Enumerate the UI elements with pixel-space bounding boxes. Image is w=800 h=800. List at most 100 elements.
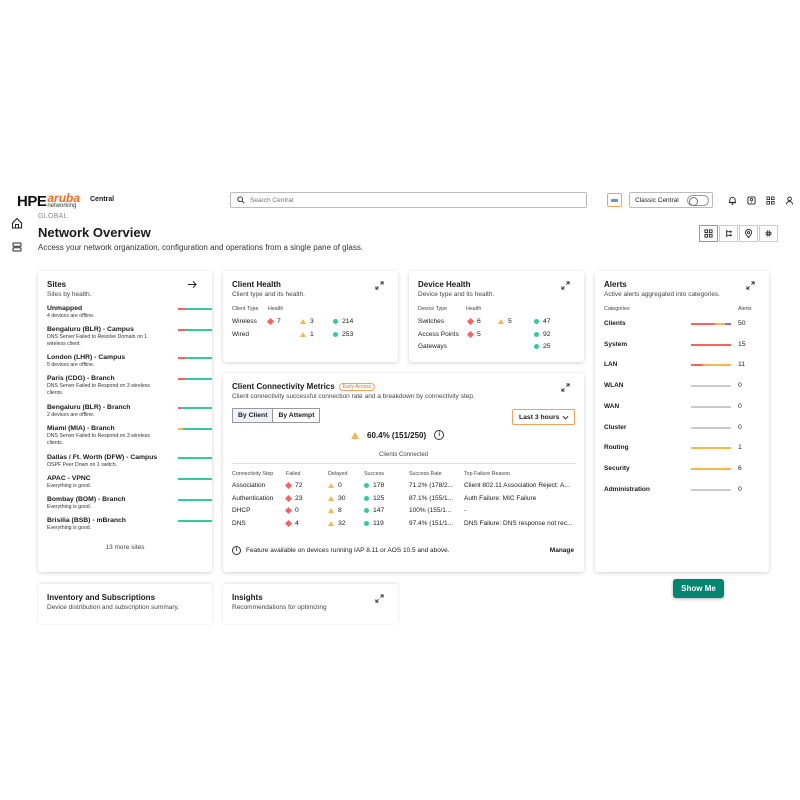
help-icon[interactable] bbox=[746, 195, 756, 205]
alert-count: 6 bbox=[738, 464, 742, 472]
health-poor-count[interactable]: 6 bbox=[466, 317, 481, 326]
connectivity-success[interactable]: 125 bbox=[364, 495, 384, 502]
assistant-chip-button[interactable] bbox=[607, 193, 622, 207]
info-icon[interactable]: i bbox=[434, 430, 445, 440]
warning-icon bbox=[351, 431, 359, 439]
connectivity-delayed[interactable]: 8 bbox=[328, 507, 342, 514]
sites-title: Sites bbox=[47, 280, 67, 289]
alert-category[interactable]: Administration bbox=[604, 486, 650, 493]
home-icon[interactable] bbox=[11, 216, 23, 229]
user-icon[interactable] bbox=[784, 195, 794, 205]
health-good-count[interactable]: 253 bbox=[333, 331, 353, 338]
connectivity-failed[interactable]: 4 bbox=[284, 519, 299, 527]
top-bar: HPE aruba networking Central Classic Cen… bbox=[0, 190, 800, 212]
site-health-bar bbox=[178, 357, 212, 359]
expand-icon[interactable] bbox=[561, 383, 570, 392]
arrow-right-icon[interactable] bbox=[187, 280, 198, 289]
alert-category[interactable]: Security bbox=[604, 465, 630, 472]
site-item[interactable]: Unmapped 4 devices are offline. bbox=[47, 305, 212, 320]
expand-icon[interactable] bbox=[375, 281, 384, 290]
site-item[interactable]: Bombay (BOM) - Branch Everything is good. bbox=[47, 496, 212, 511]
connectivity-success[interactable]: 147 bbox=[364, 507, 384, 514]
expand-icon[interactable] bbox=[375, 594, 384, 603]
success-rate: 97.4% (151/1... bbox=[409, 519, 454, 527]
health-good-count[interactable]: 47 bbox=[534, 318, 551, 325]
health-good-count[interactable]: 92 bbox=[534, 331, 551, 338]
more-sites-link[interactable]: 13 more sites bbox=[38, 544, 212, 551]
site-health-bar bbox=[178, 407, 212, 409]
breadcrumb[interactable]: GLOBAL bbox=[38, 213, 68, 220]
devices-icon[interactable] bbox=[11, 240, 23, 252]
alert-category[interactable]: LAN bbox=[604, 361, 617, 368]
success-icon bbox=[364, 508, 369, 513]
site-item[interactable]: Miami (MIA) - Branch DNS Server Failed to… bbox=[47, 425, 212, 447]
logo-hpe: HPE bbox=[17, 192, 47, 210]
health-good-count[interactable]: 25 bbox=[534, 343, 551, 350]
connectivity-failed[interactable]: 0 bbox=[284, 506, 299, 515]
topology-view-button[interactable] bbox=[719, 225, 738, 242]
toggle-switch[interactable] bbox=[686, 194, 709, 206]
health-fair-count[interactable]: 1 bbox=[300, 331, 314, 338]
time-range-select[interactable]: Last 3 hours bbox=[512, 409, 575, 425]
alert-bar-segment bbox=[703, 364, 731, 367]
alert-bar bbox=[691, 364, 731, 367]
manage-link[interactable]: Manage bbox=[550, 547, 574, 554]
alert-category[interactable]: Routing bbox=[604, 444, 629, 451]
top-failure-reason[interactable]: Client 802.11 Association Reject: A... bbox=[464, 482, 576, 489]
tab-by-attempt[interactable]: By Attempt bbox=[273, 409, 319, 422]
show-me-button[interactable]: Show Me bbox=[673, 579, 724, 598]
map-view-button[interactable] bbox=[739, 225, 758, 242]
site-item[interactable]: Bengaluru (BLR) - Branch 2 devices are of… bbox=[47, 404, 212, 419]
expand-icon[interactable] bbox=[561, 281, 570, 290]
view-switcher bbox=[698, 225, 778, 242]
search-box[interactable] bbox=[230, 192, 587, 208]
success-icon bbox=[364, 495, 369, 501]
alert-bar-segment bbox=[725, 323, 731, 325]
expand-icon[interactable] bbox=[746, 281, 755, 290]
connectivity-failed[interactable]: 72 bbox=[284, 481, 303, 490]
alert-category[interactable]: System bbox=[604, 341, 627, 348]
site-item[interactable]: Dallas / Ft. Worth (DFW) - Campus OSPF Pe… bbox=[47, 454, 212, 469]
health-poor-count[interactable]: 5 bbox=[466, 330, 481, 338]
site-item[interactable]: APAC - VPNC Everything is good. bbox=[47, 475, 212, 490]
connectivity-success[interactable]: 119 bbox=[364, 520, 384, 527]
apps-grid-icon[interactable] bbox=[765, 195, 775, 205]
connectivity-delayed[interactable]: 30 bbox=[328, 495, 346, 502]
connectivity-success[interactable]: 178 bbox=[364, 482, 384, 489]
feature-note: i Feature available on devices running I… bbox=[232, 546, 450, 555]
count-value: 147 bbox=[373, 507, 385, 514]
connectivity-delayed[interactable]: 0 bbox=[328, 482, 342, 489]
alert-category[interactable]: WAN bbox=[604, 403, 619, 410]
header-reason: Top Failure Reason bbox=[464, 471, 510, 477]
tab-by-client[interactable]: By Client bbox=[233, 409, 274, 422]
connectivity-delayed[interactable]: 32 bbox=[328, 520, 346, 527]
health-fair-count[interactable]: 5 bbox=[498, 318, 512, 325]
site-item[interactable]: London (LHR) - Campus 5 devices are offli… bbox=[47, 354, 212, 369]
alert-bar bbox=[691, 447, 731, 450]
good-icon bbox=[333, 331, 338, 337]
bell-icon[interactable] bbox=[727, 195, 737, 205]
grid-view-button[interactable] bbox=[699, 225, 718, 242]
site-item[interactable]: Paris (CDG) - Branch DNS Server Failed to… bbox=[47, 375, 212, 397]
top-failure-reason[interactable]: - bbox=[464, 507, 576, 514]
alerts-card: Alerts Active alerts aggregated into cat… bbox=[595, 271, 769, 572]
alert-category[interactable]: Cluster bbox=[604, 424, 626, 431]
count-value: 253 bbox=[342, 330, 354, 338]
health-poor-count[interactable]: 7 bbox=[266, 317, 281, 326]
health-row-label: Gateways bbox=[418, 343, 447, 350]
top-failure-reason[interactable]: DNS Failure: DNS response not rec... bbox=[464, 520, 576, 527]
alert-category[interactable]: WLAN bbox=[604, 382, 624, 389]
search-input[interactable] bbox=[250, 196, 550, 204]
hpe-aruba-logo[interactable]: HPE aruba networking bbox=[17, 190, 80, 212]
health-fair-count[interactable]: 3 bbox=[300, 318, 314, 325]
site-item[interactable]: Brisilia (BSB) - mBranch Everything is go… bbox=[47, 517, 212, 532]
top-failure-reason[interactable]: Auth Failure: MIC Failure bbox=[464, 495, 576, 502]
settings-button[interactable] bbox=[759, 225, 778, 242]
count-value: 3 bbox=[310, 318, 314, 325]
site-item[interactable]: Bengaluru (BLR) - Campus DNS Server Faile… bbox=[47, 326, 212, 348]
alert-count: 0 bbox=[738, 402, 742, 410]
alert-category[interactable]: Clients bbox=[604, 320, 626, 327]
connectivity-failed[interactable]: 23 bbox=[284, 494, 303, 502]
classic-central-toggle[interactable]: Classic Central bbox=[629, 192, 713, 208]
health-good-count[interactable]: 214 bbox=[333, 318, 353, 325]
